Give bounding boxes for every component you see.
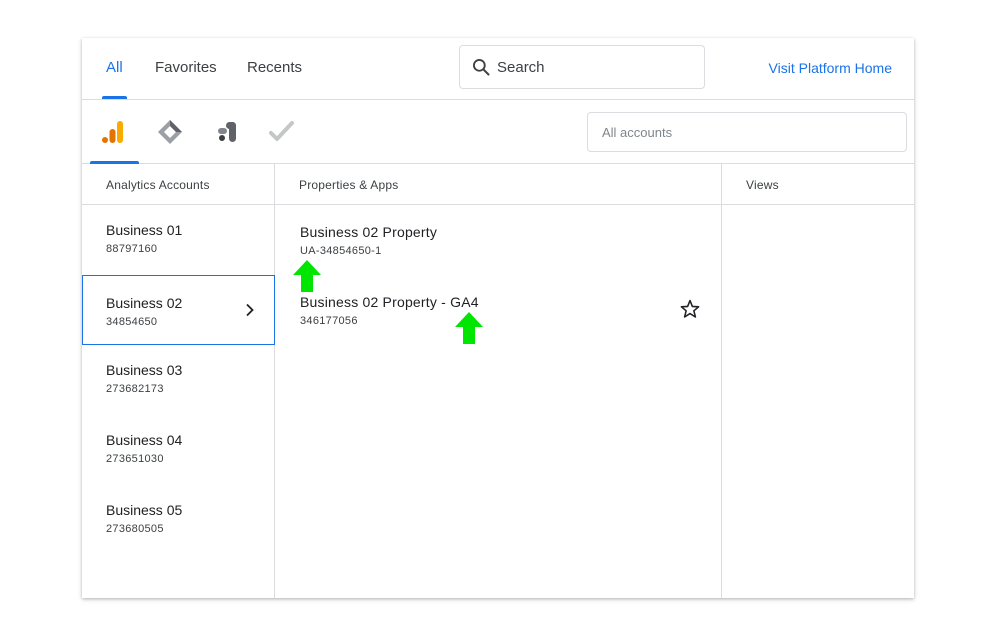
- property-name: Business 02 Property: [300, 224, 438, 240]
- views-column: Views: [722, 164, 914, 598]
- account-item-business-01[interactable]: Business 01 88797160: [82, 206, 275, 276]
- optimize-icon[interactable]: [268, 118, 296, 146]
- account-name: Business 01: [106, 222, 183, 238]
- account-name: Business 05: [106, 502, 183, 518]
- account-name: Business 04: [106, 432, 183, 448]
- property-item-ga4[interactable]: Business 02 Property - GA4 346177056: [275, 276, 721, 344]
- account-item-business-05[interactable]: Business 05 273680505: [82, 486, 275, 556]
- account-item-business-03[interactable]: Business 03 273682173: [82, 346, 275, 416]
- accounts-column-header: Analytics Accounts: [82, 164, 274, 205]
- all-accounts-filter-input[interactable]: [587, 112, 907, 152]
- tag-manager-icon[interactable]: [156, 118, 184, 146]
- star-favorite-icon[interactable]: [679, 298, 701, 320]
- account-id: 273682173: [106, 383, 164, 395]
- tab-all[interactable]: All: [106, 59, 123, 76]
- properties-column: Properties & Apps Business 02 Property U…: [275, 164, 722, 598]
- account-item-business-02[interactable]: Business 02 34854650: [82, 275, 275, 345]
- tab-favorites[interactable]: Favorites: [155, 59, 217, 76]
- annotation-arrow-icon: [455, 312, 483, 344]
- account-name: Business 03: [106, 362, 183, 378]
- properties-column-header: Properties & Apps: [275, 164, 721, 205]
- account-id: 34854650: [106, 316, 158, 328]
- tab-recents[interactable]: Recents: [247, 59, 302, 76]
- account-id: 273651030: [106, 453, 164, 465]
- annotation-arrow-icon: [293, 260, 321, 292]
- chevron-right-icon: [246, 303, 254, 317]
- search-icon: [473, 58, 490, 76]
- search-box[interactable]: Search: [459, 45, 705, 89]
- account-name: Business 02: [106, 295, 183, 311]
- active-tab-indicator: [102, 96, 127, 99]
- account-picker-panel: All Favorites Recents Search Visit Platf…: [82, 38, 914, 598]
- accounts-column: Analytics Accounts Business 01 88797160 …: [82, 164, 275, 598]
- account-item-business-04[interactable]: Business 04 273651030: [82, 416, 275, 486]
- property-id: UA-34854650-1: [300, 245, 382, 257]
- views-column-header: Views: [722, 164, 914, 205]
- property-name: Business 02 Property - GA4: [300, 294, 479, 310]
- top-bar: All Favorites Recents Search Visit Platf…: [82, 38, 914, 100]
- visit-platform-home-link[interactable]: Visit Platform Home: [769, 60, 892, 76]
- data-studio-icon[interactable]: [212, 118, 240, 146]
- account-id: 273680505: [106, 523, 164, 535]
- analytics-icon[interactable]: [100, 118, 128, 146]
- search-label: Search: [497, 58, 545, 76]
- property-id: 346177056: [300, 315, 358, 327]
- property-item-ua[interactable]: Business 02 Property UA-34854650-1: [275, 206, 721, 274]
- account-id: 88797160: [106, 243, 158, 255]
- product-bar: [82, 100, 914, 164]
